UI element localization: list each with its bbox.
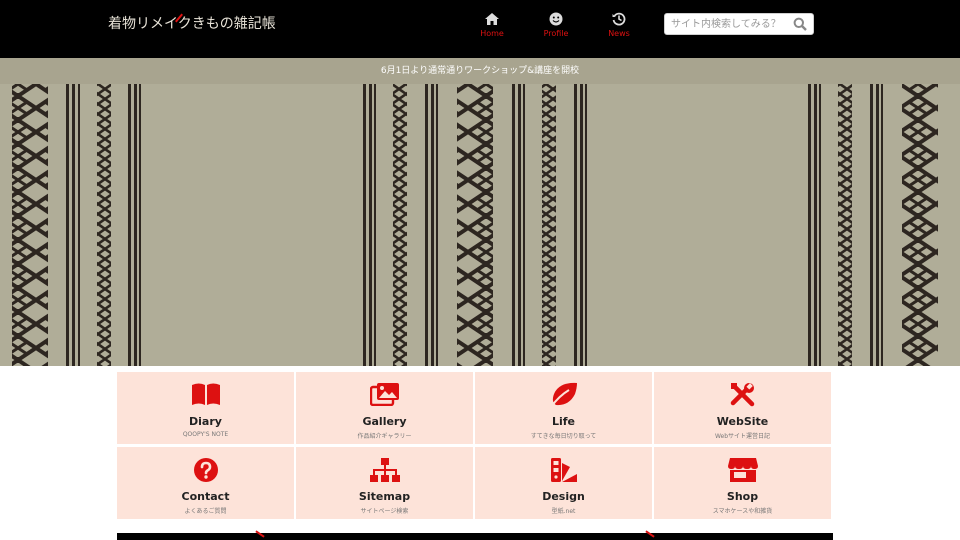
hero-kimono-pattern — [0, 84, 960, 366]
tile-contact[interactable]: Contact よくあるご質問 — [117, 447, 294, 519]
logo-text-part-2: きもの雑記帳 — [191, 16, 276, 32]
tile-sitemap[interactable]: Sitemap サイトページ検索 — [296, 447, 473, 519]
tile-gallery-subtitle: 作品紹介ギャラリー — [357, 433, 412, 440]
search-icon[interactable] — [793, 17, 807, 31]
tile-design[interactable]: Design 型紙.net — [475, 447, 652, 519]
question-icon — [193, 458, 218, 482]
search-input[interactable] — [671, 16, 789, 32]
tile-website[interactable]: WebSite Webサイト運営日記 — [654, 372, 831, 444]
nav-home[interactable]: Home — [470, 12, 514, 38]
category-tiles: Diary QOOPY'S NOTE Gallery 作品紹介ギャラリー Lif… — [117, 372, 833, 522]
tile-gallery-title: Gallery — [362, 415, 407, 428]
smile-icon — [549, 12, 563, 26]
tile-sitemap-subtitle: サイトページ検索 — [360, 508, 409, 515]
nav-news-label: News — [608, 29, 630, 38]
banner-accent-mark — [645, 530, 655, 538]
footer-banner-top — [117, 530, 833, 540]
tile-design-subtitle: 型紙.net — [551, 508, 576, 515]
sitemap-icon — [369, 458, 400, 482]
tile-life-title: Life — [551, 415, 576, 428]
tile-shop[interactable]: Shop スマホケースや和雑貨 — [654, 447, 831, 519]
tile-gallery[interactable]: Gallery 作品紹介ギャラリー — [296, 372, 473, 444]
tile-website-title: WebSite — [716, 415, 769, 428]
nav-profile-label: Profile — [543, 29, 569, 38]
site-header: 着物リメイクきもの雑記帳 Home Profile News — [0, 0, 960, 58]
tile-diary[interactable]: Diary QOOPY'S NOTE — [117, 372, 294, 444]
tile-website-subtitle: Webサイト運営日記 — [714, 433, 771, 440]
announcement-bar[interactable]: 6月1日より通常通りワークショップ&講座を開校 — [0, 58, 960, 84]
store-icon — [727, 458, 758, 482]
nav-profile[interactable]: Profile — [534, 12, 578, 38]
tile-contact-title: Contact — [181, 490, 230, 503]
tile-diary-title: Diary — [189, 415, 222, 428]
tile-contact-subtitle: よくあるご質問 — [184, 508, 227, 515]
tile-shop-subtitle: スマホケースや和雑貨 — [712, 508, 773, 515]
tile-life[interactable]: Life すてきな毎日切り取って — [475, 372, 652, 444]
tile-design-title: Design — [542, 490, 585, 503]
nav-home-label: Home — [480, 29, 504, 38]
images-icon — [369, 383, 399, 406]
swatchbook-icon — [550, 458, 577, 482]
book-icon — [191, 383, 220, 405]
tile-shop-title: Shop — [726, 490, 759, 503]
tools-icon — [730, 383, 754, 407]
tile-diary-subtitle: QOOPY'S NOTE — [182, 431, 229, 438]
site-search — [664, 13, 814, 35]
hero-pattern-graphic — [12, 84, 938, 366]
site-logo[interactable]: 着物リメイクきもの雑記帳 — [108, 13, 276, 33]
tile-life-subtitle: すてきな毎日切り取って — [530, 433, 597, 440]
leaf-icon — [549, 382, 577, 408]
history-icon — [612, 12, 626, 26]
banner-accent-mark — [255, 530, 265, 538]
tile-sitemap-title: Sitemap — [358, 490, 411, 503]
announcement-text: 6月1日より通常通りワークショップ&講座を開校 — [380, 66, 580, 76]
nav-news[interactable]: News — [597, 12, 641, 38]
home-icon — [485, 13, 499, 25]
